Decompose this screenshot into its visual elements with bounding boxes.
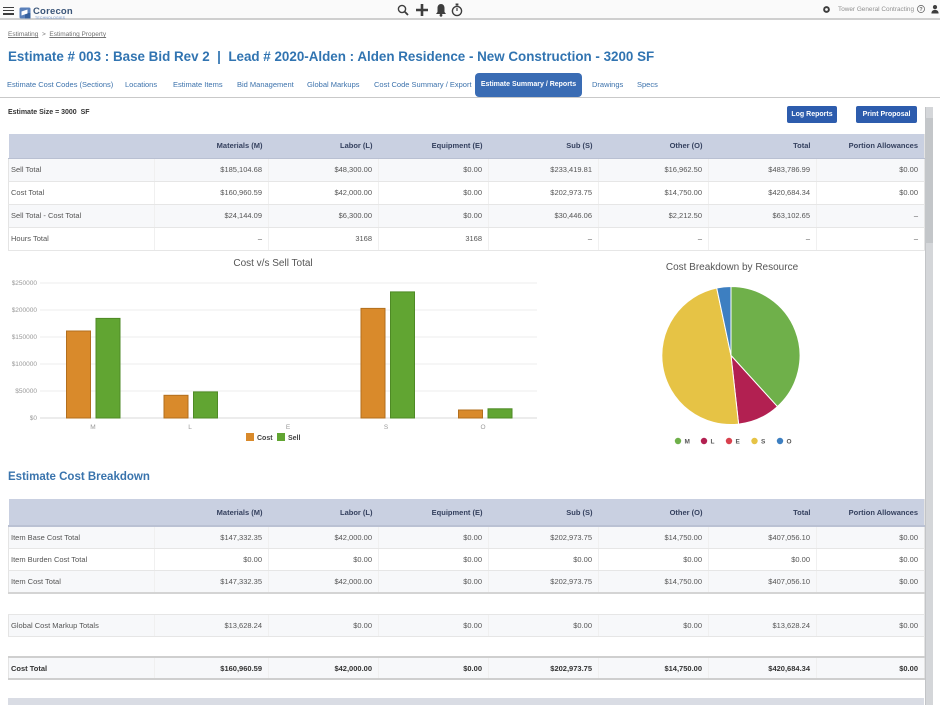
svg-text:Cost: Cost: [257, 435, 273, 442]
svg-text:Cost v/s Sell Total: Cost v/s Sell Total: [233, 258, 312, 269]
svg-text:M: M: [685, 439, 690, 446]
svg-text:Sell: Sell: [288, 435, 301, 442]
svg-text:E: E: [286, 424, 291, 431]
svg-text:$100000: $100000: [12, 361, 38, 368]
svg-text:S: S: [384, 424, 389, 431]
svg-text:$150000: $150000: [12, 334, 38, 341]
svg-text:?: ?: [919, 7, 922, 13]
svg-text:E: E: [736, 439, 741, 446]
svg-text:Cost Breakdown by Resource: Cost Breakdown by Resource: [666, 262, 799, 273]
svg-text:L: L: [188, 424, 192, 431]
svg-text:M: M: [90, 424, 95, 431]
svg-text:L: L: [711, 439, 715, 446]
svg-text:O: O: [480, 424, 485, 431]
svg-text:$0: $0: [30, 415, 38, 422]
svg-text:$200000: $200000: [12, 307, 38, 314]
svg-text:S: S: [761, 439, 766, 446]
svg-text:$250000: $250000: [12, 280, 38, 287]
svg-text:$50000: $50000: [15, 388, 37, 395]
svg-text:O: O: [787, 439, 792, 446]
